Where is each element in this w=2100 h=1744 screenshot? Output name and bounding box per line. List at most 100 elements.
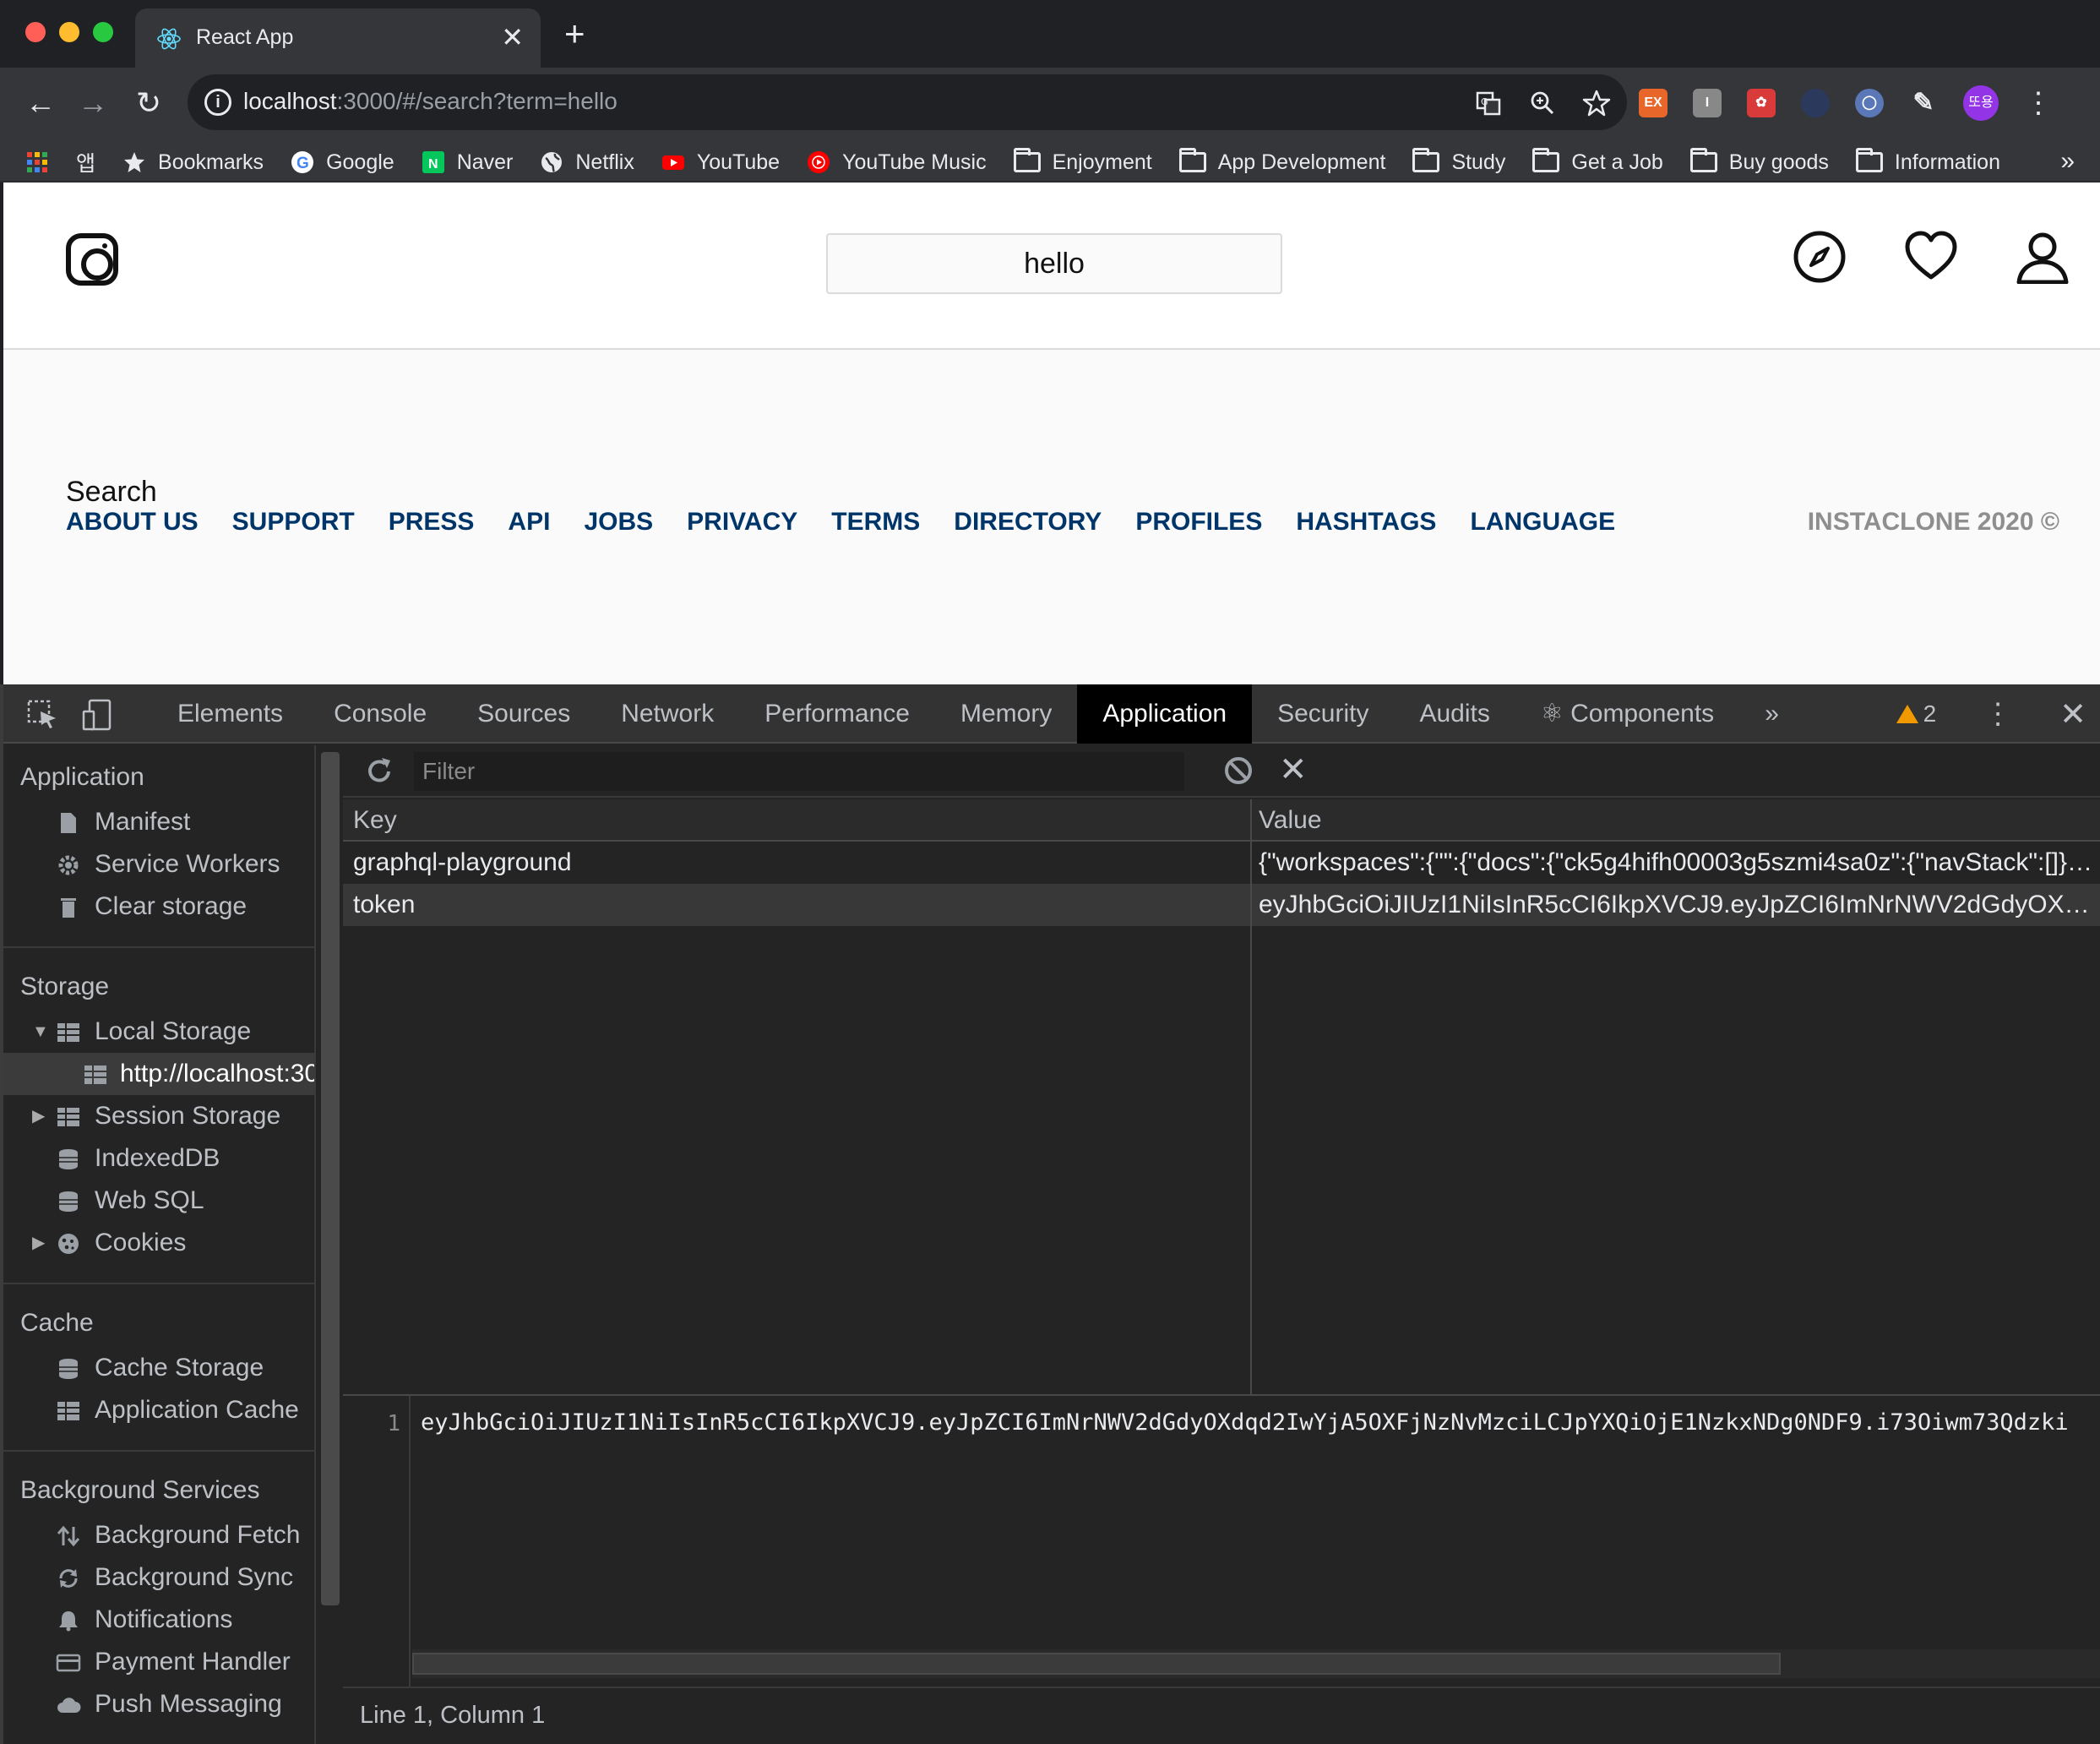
devtools-tab[interactable]: Security (1252, 684, 1394, 744)
footer-link[interactable]: PRESS (389, 507, 475, 537)
bookmark-item[interactable] (25, 150, 49, 174)
footer-link[interactable]: ABOUT US (66, 507, 199, 537)
devtools-menu-icon[interactable]: ⋮ (1983, 697, 2012, 731)
tab-close-icon[interactable]: ✕ (501, 22, 524, 52)
footer-link[interactable]: PROFILES (1135, 507, 1262, 537)
collapsed-triangle-icon[interactable]: ▶ (32, 1095, 45, 1137)
search-input[interactable]: hello (826, 233, 1282, 294)
sidebar-scrollbar[interactable] (314, 745, 343, 1744)
bookmark-item[interactable]: Bookmarks (122, 150, 264, 175)
sidebar-item-local-storage[interactable]: ▼ Local Storage (3, 1011, 314, 1053)
extension-ex-icon[interactable]: EX (1639, 89, 1667, 117)
url-text[interactable]: localhost:3000/#/search?term=hello (243, 88, 617, 115)
devtools-tab[interactable]: Application (1077, 684, 1253, 744)
collapsed-triangle-icon[interactable]: ▶ (32, 1222, 45, 1264)
profile-icon[interactable] (2016, 230, 2070, 284)
footer-link[interactable]: JOBS (584, 507, 653, 537)
bookmark-item[interactable]: Enjoyment (1013, 148, 1152, 175)
devtools-tab[interactable]: Performance (739, 684, 935, 744)
instagram-logo-icon[interactable] (66, 233, 118, 286)
sidebar-item-cache-storage[interactable]: Cache Storage (3, 1347, 314, 1389)
devtools-tab[interactable]: Console (308, 684, 452, 744)
sidebar-item-clear-storage[interactable]: Clear storage (3, 886, 314, 928)
sidebar-item-session-storage[interactable]: ▶ Session Storage (3, 1095, 314, 1137)
preview-scroll-thumb[interactable] (412, 1653, 1781, 1675)
translate-icon[interactable]: G (1473, 88, 1504, 118)
bookmark-item[interactable]: Get a Job (1532, 148, 1663, 175)
devtools-tab[interactable]: Audits (1394, 684, 1515, 744)
heart-icon[interactable] (1904, 230, 1958, 284)
delete-selected-icon[interactable]: ✕ (1279, 749, 1308, 791)
new-tab-button[interactable]: + (564, 15, 585, 52)
extension-o-icon[interactable]: ◯ (1855, 89, 1884, 117)
window-minimize-button[interactable] (59, 22, 79, 42)
footer-link[interactable]: PRIVACY (687, 507, 797, 537)
sidebar-item-manifest[interactable]: Manifest (3, 801, 314, 843)
extension-circle-icon[interactable] (1801, 89, 1830, 117)
more-tabs-button[interactable]: » (1739, 684, 1804, 744)
sidebar-item-push-messaging[interactable]: Push Messaging (3, 1683, 314, 1725)
browser-tab[interactable]: React App ✕ (135, 8, 541, 68)
bookmark-item[interactable]: Information (1855, 148, 2000, 175)
footer-link[interactable]: SUPPORT (232, 507, 355, 537)
sidebar-item-payment-handler[interactable]: Payment Handler (3, 1641, 314, 1683)
window-zoom-button[interactable] (93, 22, 113, 42)
bookmark-item[interactable]: Netflix (540, 150, 634, 175)
sidebar-item-service-workers[interactable]: Service Workers (3, 843, 314, 886)
site-info-icon[interactable]: i (204, 89, 231, 116)
bookmark-item[interactable]: N Naver (422, 150, 513, 175)
bookmark-item[interactable]: YouTube Music (807, 150, 987, 175)
sidebar-item-indexeddb[interactable]: IndexedDB (3, 1137, 314, 1180)
sidebar-item-websql[interactable]: Web SQL (3, 1180, 314, 1222)
sidebar-scroll-thumb[interactable] (321, 752, 340, 1605)
devtools-tab[interactable]: Sources (452, 684, 596, 744)
bookmark-item[interactable]: G Google (291, 150, 394, 175)
extension-i-icon[interactable]: I (1693, 89, 1722, 117)
sidebar-item-background-fetch[interactable]: Background Fetch (3, 1514, 314, 1556)
devtools-tab[interactable]: ⚛ Components (1515, 684, 1739, 744)
bookmark-item[interactable]: Buy goods (1689, 148, 1829, 175)
extension-pen-icon[interactable]: ✎ (1909, 89, 1938, 117)
devtools-tab[interactable]: Memory (935, 684, 1077, 744)
warnings-counter[interactable]: 2 (1896, 700, 1936, 728)
filter-input[interactable] (414, 752, 1184, 791)
inspect-element-icon[interactable] (25, 698, 59, 732)
devtools-tab[interactable]: Elements (152, 684, 308, 744)
compass-icon[interactable] (1793, 230, 1847, 284)
sidebar-item-localhost-origin[interactable]: http://localhost:3000 (3, 1053, 314, 1095)
column-divider[interactable] (1250, 799, 1252, 1396)
zoom-icon[interactable] (1527, 88, 1558, 118)
window-close-button[interactable] (25, 22, 46, 42)
bookmark-item[interactable]: 앱 (76, 147, 95, 177)
footer-link[interactable]: HASHTAGS (1296, 507, 1436, 537)
reload-button[interactable]: ↻ (130, 86, 167, 120)
bookmark-item[interactable]: App Development (1178, 148, 1385, 175)
footer-link[interactable]: API (508, 507, 550, 537)
back-button[interactable]: ← (22, 86, 59, 120)
expanded-triangle-icon[interactable]: ▼ (32, 1011, 49, 1053)
profile-avatar[interactable]: 또용 (1963, 85, 1999, 121)
sidebar-item-notifications[interactable]: Notifications (3, 1599, 314, 1641)
footer-link[interactable]: DIRECTORY (954, 507, 1102, 537)
value-code[interactable]: eyJhbGciOiJIUzI1NiIsInR5cCI6IkpXVCJ9.eyJ… (421, 1408, 2100, 1438)
column-header-value[interactable]: Value (1259, 799, 1322, 842)
browser-menu-icon[interactable]: ⋮ (2024, 86, 2053, 120)
bookmarks-more-button[interactable]: » (2060, 147, 2075, 176)
device-toolbar-icon[interactable] (81, 698, 115, 732)
devtools-close-icon[interactable]: ✕ (2059, 695, 2086, 733)
preview-horizontal-scrollbar[interactable] (412, 1649, 2100, 1678)
table-row[interactable]: graphql-playground {"workspaces":{"":{"d… (343, 842, 2100, 884)
footer-link[interactable]: TERMS (831, 507, 920, 537)
sidebar-item-application-cache[interactable]: Application Cache (3, 1389, 314, 1431)
footer-link[interactable]: LANGUAGE (1470, 507, 1615, 537)
clear-all-icon[interactable] (1221, 754, 1255, 788)
address-bar[interactable]: i localhost:3000/#/search?term=hello G (188, 74, 1627, 130)
bookmark-item[interactable]: YouTube (661, 150, 780, 175)
bookmark-star-icon[interactable] (1581, 88, 1612, 118)
sidebar-item-cookies[interactable]: ▶ Cookies (3, 1222, 314, 1264)
column-header-key[interactable]: Key (353, 799, 397, 842)
sidebar-item-background-sync[interactable]: Background Sync (3, 1556, 314, 1599)
devtools-tab[interactable]: Network (596, 684, 739, 744)
refresh-icon[interactable] (363, 755, 395, 788)
bookmark-item[interactable]: Study (1412, 148, 1505, 175)
